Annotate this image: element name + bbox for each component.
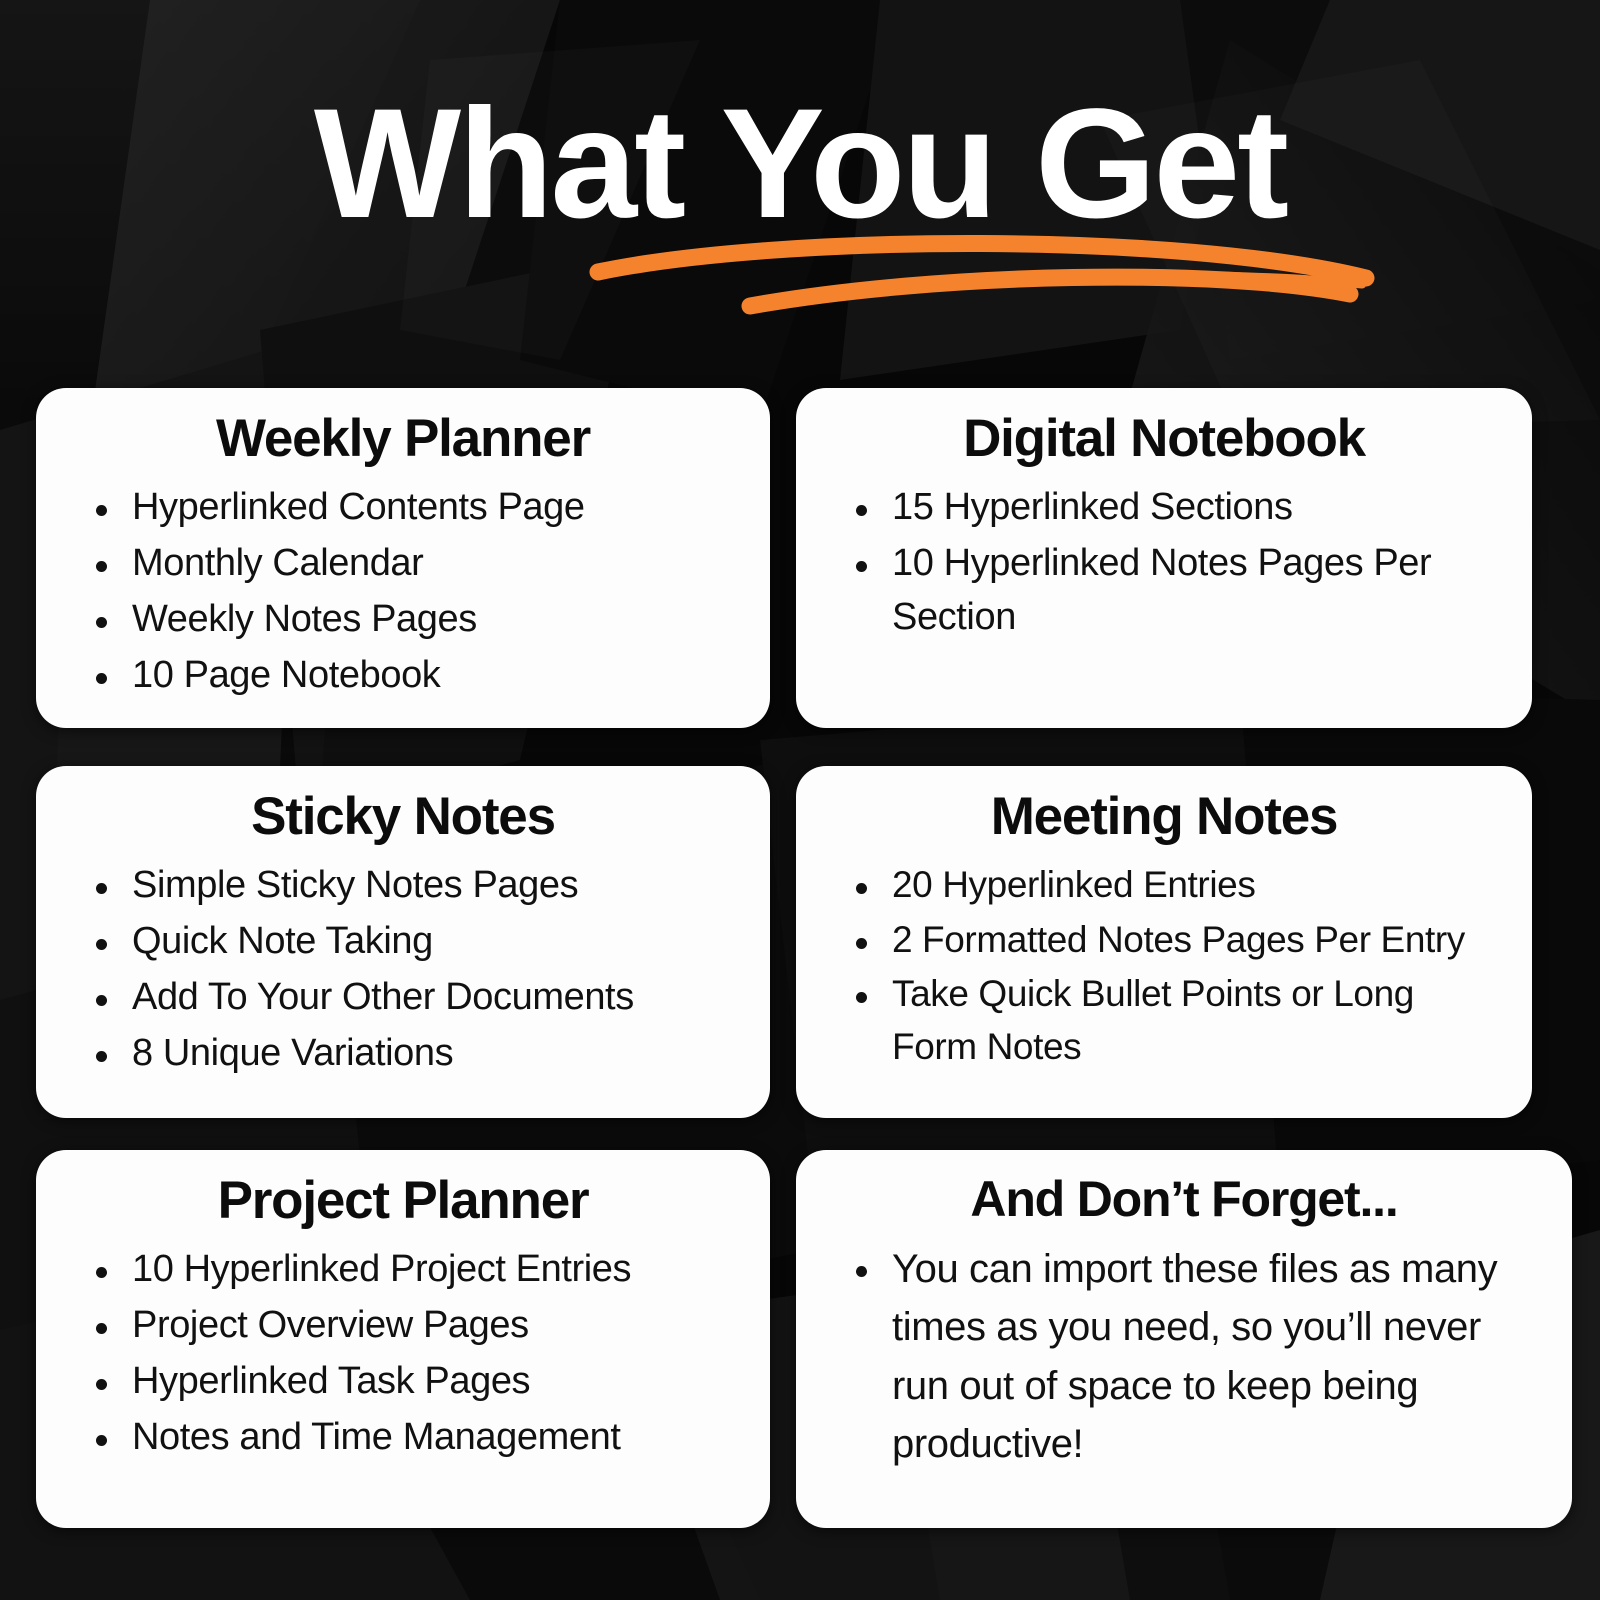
list-item: 10 Hyperlinked Notes Pages Per Section	[850, 537, 1506, 645]
card-title-weekly-planner: Weekly Planner	[215, 409, 591, 468]
list-item-label: Weekly Notes Pages	[132, 598, 477, 641]
bullet-dot-icon	[856, 992, 867, 1004]
list-item-label: 20 Hyperlinked Entries	[892, 864, 1256, 906]
bullet-dot-icon	[96, 505, 107, 517]
swoosh-underline-icon	[589, 235, 1375, 315]
list-item-label: 15 Hyperlinked Sections	[892, 486, 1293, 529]
bullet-list-weekly-planner: Hyperlinked Contents Page Monthly Calend…	[62, 481, 744, 703]
bullet-dot-icon	[96, 1051, 107, 1063]
list-item: Quick Note Taking	[90, 915, 744, 969]
list-item-label: Monthly Calendar	[132, 542, 424, 585]
bullet-dot-icon	[856, 1266, 867, 1277]
list-item-label: 2 Formatted Notes Pages Per Entry	[892, 918, 1465, 960]
bullet-list-meeting-notes: 20 Hyperlinked Entries 2 Formatted Notes…	[822, 859, 1506, 1073]
list-item-label: 10 Hyperlinked Project Entries	[132, 1248, 632, 1291]
list-item: Monthly Calendar	[90, 537, 744, 591]
card-title-meeting-notes: Meeting Notes	[990, 787, 1339, 846]
list-item-label: 10 Hyperlinked Notes Pages Per Section	[892, 542, 1432, 639]
bullet-list-project-planner: 10 Hyperlinked Project Entries Project O…	[62, 1243, 744, 1465]
list-item: You can import these files as many times…	[850, 1240, 1546, 1474]
list-item: 2 Formatted Notes Pages Per Entry	[850, 914, 1506, 967]
bullet-dot-icon	[96, 995, 107, 1007]
card-project-planner: Project Planner 10 Hyperlinked Project E…	[36, 1150, 770, 1528]
list-item: Take Quick Bullet Points or Long Form No…	[850, 968, 1506, 1073]
bullet-dot-icon	[96, 883, 107, 895]
list-item-label: Add To Your Other Documents	[132, 976, 634, 1019]
card-sticky-notes: Sticky Notes Simple Sticky Notes Pages Q…	[36, 766, 770, 1118]
bullet-list-sticky-notes: Simple Sticky Notes Pages Quick Note Tak…	[62, 859, 744, 1081]
list-item: Simple Sticky Notes Pages	[90, 859, 744, 913]
list-item: Project Overview Pages	[90, 1299, 744, 1353]
bullet-dot-icon	[96, 1267, 107, 1279]
list-item: 20 Hyperlinked Entries	[850, 859, 1506, 912]
list-item: Weekly Notes Pages	[90, 593, 744, 647]
list-item-label: Project Overview Pages	[132, 1304, 529, 1347]
bullet-dot-icon	[856, 883, 867, 895]
card-title-dont-forget: And Don’t Forget...	[970, 1171, 1398, 1227]
bullet-dot-icon	[856, 561, 867, 573]
list-item: 10 Page Notebook	[90, 649, 744, 703]
card-digital-notebook: Digital Notebook 15 Hyperlinked Sections…	[796, 388, 1532, 728]
bullet-dot-icon	[96, 1379, 107, 1391]
list-item-label: Hyperlinked Task Pages	[132, 1360, 531, 1403]
list-item-label: Quick Note Taking	[132, 920, 433, 963]
list-item: Add To Your Other Documents	[90, 971, 744, 1025]
bullet-dot-icon	[96, 1323, 107, 1335]
list-item: Hyperlinked Contents Page	[90, 481, 744, 535]
list-item-label: Simple Sticky Notes Pages	[132, 864, 579, 907]
list-item: 15 Hyperlinked Sections	[850, 481, 1506, 535]
card-title-digital-notebook: Digital Notebook	[963, 409, 1366, 468]
list-item-label: Hyperlinked Contents Page	[132, 486, 585, 529]
bullet-list-dont-forget: You can import these files as many times…	[822, 1240, 1546, 1474]
list-item: 10 Hyperlinked Project Entries	[90, 1243, 744, 1297]
list-item: Hyperlinked Task Pages	[90, 1355, 744, 1409]
card-dont-forget: And Don’t Forget... You can import these…	[796, 1150, 1572, 1528]
promo-graphic-root: What You Get Weekly Planner Hyperlinked …	[0, 0, 1600, 1600]
list-item-label: Notes and Time Management	[132, 1416, 621, 1459]
bullet-dot-icon	[96, 673, 107, 685]
card-title-sticky-notes: Sticky Notes	[251, 787, 556, 846]
bullet-dot-icon	[96, 617, 107, 629]
bullet-list-digital-notebook: 15 Hyperlinked Sections 10 Hyperlinked N…	[822, 481, 1506, 645]
bullet-dot-icon	[856, 505, 867, 517]
list-item: Notes and Time Management	[90, 1411, 744, 1465]
card-weekly-planner: Weekly Planner Hyperlinked Contents Page…	[36, 388, 770, 728]
list-item-label: 8 Unique Variations	[132, 1032, 454, 1075]
bullet-dot-icon	[96, 1435, 107, 1447]
card-title-project-planner: Project Planner	[217, 1171, 590, 1230]
bullet-dot-icon	[96, 939, 107, 951]
bullet-dot-icon	[856, 937, 867, 949]
list-item-label: You can import these files as many times…	[892, 1247, 1498, 1467]
card-meeting-notes: Meeting Notes 20 Hyperlinked Entries 2 F…	[796, 766, 1532, 1118]
list-item-label: 10 Page Notebook	[132, 654, 441, 697]
list-item-label: Take Quick Bullet Points or Long Form No…	[892, 973, 1414, 1067]
list-item: 8 Unique Variations	[90, 1027, 744, 1081]
bullet-dot-icon	[96, 561, 107, 573]
